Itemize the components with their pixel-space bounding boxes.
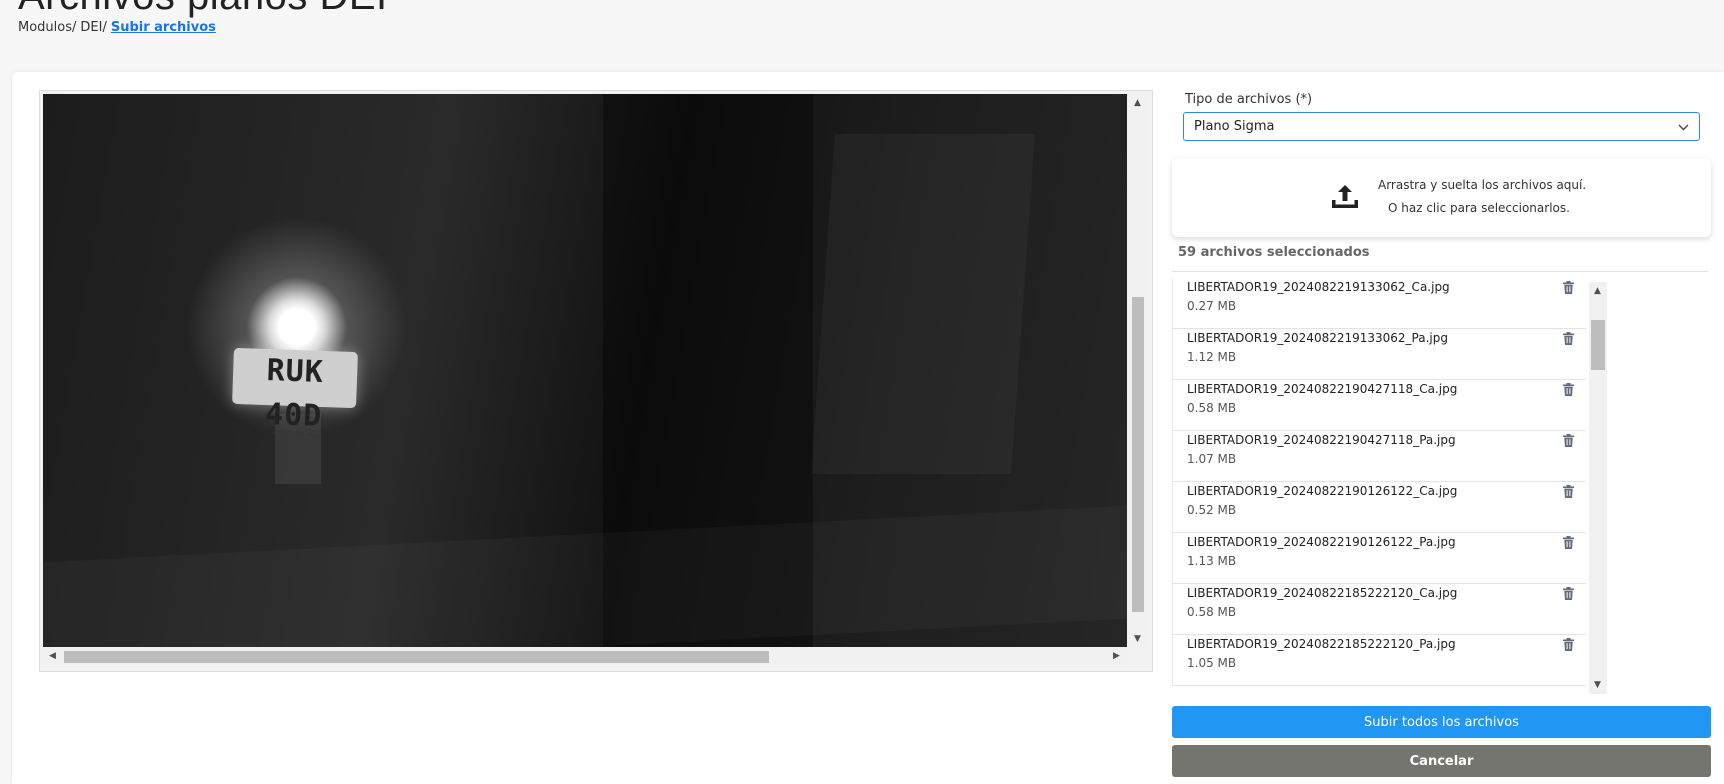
trash-icon[interactable]: [1563, 332, 1574, 345]
scroll-left-icon[interactable]: ◀: [49, 651, 56, 661]
chevron-down-icon: [1678, 120, 1689, 134]
page-title: Archivos planos DEI: [18, 0, 388, 19]
trash-icon[interactable]: [1563, 485, 1574, 498]
file-type-select[interactable]: Plano Sigma: [1183, 112, 1700, 141]
trash-icon[interactable]: [1563, 281, 1574, 294]
file-list-item: LIBERTADOR19_20240822190427118_Ca.jpg 0.…: [1172, 380, 1586, 431]
dropzone-click-hint: O haz clic para seleccionarlos.: [1388, 201, 1570, 215]
file-list-item: LIBERTADOR19_20240822185222120_Pa.jpg 1.…: [1172, 635, 1586, 686]
file-name: LIBERTADOR19_20240822185222120_Pa.jpg: [1187, 637, 1456, 651]
file-size: 1.12 MB: [1187, 350, 1237, 364]
image-preview: RUK 40D COLOMBIA: [43, 94, 1127, 647]
file-size: 0.27 MB: [1187, 299, 1237, 313]
license-plate: RUK 40D COLOMBIA: [232, 347, 358, 438]
trash-icon[interactable]: [1563, 434, 1574, 447]
file-list-item: LIBERTADOR19_2024082219133062_Pa.jpg 1.1…: [1172, 329, 1586, 380]
file-name: LIBERTADOR19_20240822190126122_Ca.jpg: [1187, 484, 1458, 498]
file-list-item: LIBERTADOR19_20240822190427118_Pa.jpg 1.…: [1172, 431, 1586, 482]
file-name: LIBERTADOR19_2024082219133062_Pa.jpg: [1187, 331, 1448, 345]
file-size: 0.52 MB: [1187, 503, 1237, 517]
scroll-right-icon[interactable]: ▶: [1113, 651, 1120, 661]
preview-wall: [811, 134, 1035, 474]
dropzone-instruction: Arrastra y suelta los archivos aquí.: [1378, 178, 1587, 192]
preview-ground: [43, 506, 1127, 647]
trash-icon[interactable]: [1563, 638, 1574, 651]
file-size: 0.58 MB: [1187, 605, 1237, 619]
file-list-item: LIBERTADOR19_20240822190126122_Pa.jpg 1.…: [1172, 533, 1586, 584]
trash-icon[interactable]: [1563, 536, 1574, 549]
scroll-up-icon[interactable]: ▲: [1594, 286, 1601, 296]
selected-files-count: 59 archivos seleccionados: [1178, 245, 1370, 260]
file-name: LIBERTADOR19_20240822190427118_Pa.jpg: [1187, 433, 1456, 447]
breadcrumb: Modulos/ DEI/ Subir archivos: [18, 20, 216, 35]
breadcrumb-modulos[interactable]: Modulos/: [18, 20, 76, 35]
viewer-horizontal-scrollbar[interactable]: ◀ ▶: [43, 647, 1129, 665]
upload-icon: [1332, 185, 1358, 208]
scroll-up-icon[interactable]: ▲: [1134, 98, 1141, 108]
file-type-value: Plano Sigma: [1194, 119, 1275, 134]
file-name: LIBERTADOR19_20240822190126122_Pa.jpg: [1187, 535, 1456, 549]
trash-icon[interactable]: [1563, 587, 1574, 600]
file-list-item: LIBERTADOR19_20240822185222120_Ca.jpg 0.…: [1172, 584, 1586, 635]
file-type-label: Tipo de archivos (*): [1185, 92, 1313, 107]
file-list-item: LIBERTADOR19_2024082219133062_Ca.jpg 0.2…: [1172, 278, 1586, 329]
file-size: 1.07 MB: [1187, 452, 1237, 466]
breadcrumb-current[interactable]: Subir archivos: [111, 20, 216, 35]
file-dropzone[interactable]: Arrastra y suelta los archivos aquí. O h…: [1172, 158, 1711, 237]
file-list-item: LIBERTADOR19_20240822190126122_Ca.jpg 0.…: [1172, 482, 1586, 533]
breadcrumb-dei[interactable]: DEI/: [80, 20, 106, 35]
trash-icon[interactable]: [1563, 383, 1574, 396]
scroll-down-icon[interactable]: ▼: [1134, 634, 1141, 644]
file-list-scroll-thumb[interactable]: [1591, 320, 1605, 370]
file-list-scrollbar[interactable]: ▲ ▼: [1589, 282, 1607, 694]
plate-text: RUK 40D: [264, 353, 325, 434]
file-name: LIBERTADOR19_20240822185222120_Ca.jpg: [1187, 586, 1458, 600]
viewer-vertical-thumb[interactable]: [1132, 297, 1144, 612]
scroll-down-icon[interactable]: ▼: [1594, 680, 1601, 690]
file-size: 1.05 MB: [1187, 656, 1237, 670]
upload-all-button[interactable]: Subir todos los archivos: [1172, 706, 1711, 738]
file-name: LIBERTADOR19_20240822190427118_Ca.jpg: [1187, 382, 1458, 396]
file-name: LIBERTADOR19_2024082219133062_Ca.jpg: [1187, 280, 1450, 294]
cancel-button[interactable]: Cancelar: [1172, 745, 1711, 777]
divider: [1172, 271, 1708, 272]
viewer-horizontal-thumb[interactable]: [64, 651, 769, 663]
file-size: 0.58 MB: [1187, 401, 1237, 415]
viewer-vertical-scrollbar[interactable]: ▲ ▼: [1129, 94, 1147, 647]
file-size: 1.13 MB: [1187, 554, 1237, 568]
image-viewer: RUK 40D COLOMBIA ▲ ▼ ◀ ▶: [39, 90, 1153, 672]
file-list: LIBERTADOR19_2024082219133062_Ca.jpg 0.2…: [1172, 278, 1586, 695]
